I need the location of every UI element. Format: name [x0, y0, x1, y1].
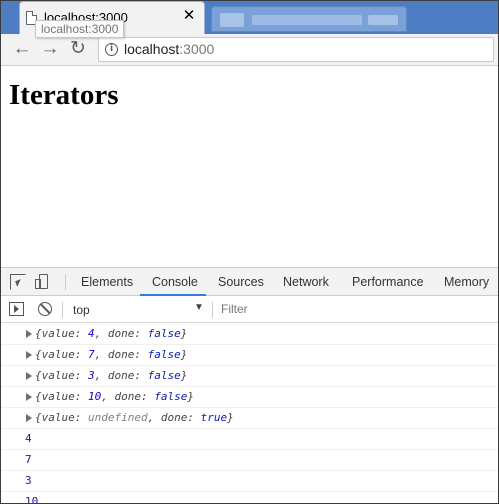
- console-output: {value: 4, done: false} {value: 7, done: …: [1, 324, 498, 504]
- console-object-preview: {value: undefined, done: true}: [35, 411, 234, 424]
- object-done: false: [147, 348, 181, 361]
- divider: [65, 274, 66, 290]
- console-log-value: 4: [25, 432, 32, 445]
- tab-blurred[interactable]: [211, 6, 407, 32]
- url-text: localhost:3000: [124, 41, 214, 57]
- show-sidebar-icon[interactable]: [9, 302, 24, 316]
- console-log-entry: 3: [1, 471, 498, 492]
- console-object-entry[interactable]: {value: 7, done: false}: [1, 345, 498, 366]
- inspect-element-icon[interactable]: [10, 274, 26, 290]
- object-value: 10: [87, 390, 102, 403]
- device-toolbar-icon[interactable]: [35, 274, 51, 290]
- console-object-preview: {value: 7, done: false}: [35, 348, 188, 361]
- forward-arrow-icon[interactable]: →: [39, 38, 61, 60]
- console-object-preview: {value: 10, done: false}: [35, 390, 194, 403]
- expand-triangle-icon[interactable]: [26, 372, 32, 380]
- context-selector[interactable]: top ▼: [67, 296, 209, 322]
- expand-triangle-icon[interactable]: [26, 330, 32, 338]
- object-done: false: [147, 369, 181, 382]
- object-done: false: [154, 390, 188, 403]
- back-arrow-icon[interactable]: ←: [11, 38, 33, 60]
- divider: [212, 302, 213, 318]
- console-log-entry: 7: [1, 450, 498, 471]
- page-content: Iterators: [1, 67, 498, 267]
- url-host: localhost: [124, 41, 180, 57]
- console-log-entry: 10: [1, 492, 498, 504]
- console-object-entry[interactable]: {value: undefined, done: true}: [1, 408, 498, 429]
- devtools-panel: Elements Console Sources Network Perform…: [1, 267, 498, 504]
- object-value: 3: [87, 369, 95, 382]
- page-heading: Iterators: [9, 79, 119, 111]
- browser-toolbar: ← → ↻ i localhost:3000: [1, 34, 498, 66]
- tab-elements[interactable]: Elements: [81, 275, 133, 289]
- browser-window: localhost:3000 ✕ ← → ↻ i localhost:3000 …: [0, 0, 499, 504]
- tab-sources[interactable]: Sources: [218, 275, 264, 289]
- object-value: 4: [87, 327, 95, 340]
- blurred-favicon: [220, 13, 244, 27]
- object-done: true: [200, 411, 228, 424]
- divider: [62, 302, 63, 318]
- close-icon[interactable]: ✕: [181, 8, 197, 24]
- console-object-preview: {value: 3, done: false}: [35, 369, 188, 382]
- console-object-preview: {value: 4, done: false}: [35, 327, 188, 340]
- object-value: undefined: [87, 411, 148, 424]
- devtools-tab-bar: Elements Console Sources Network Perform…: [1, 268, 498, 296]
- console-log-entry: 4: [1, 429, 498, 450]
- console-toolbar: top ▼: [1, 296, 498, 323]
- url-port: :3000: [179, 41, 215, 57]
- tab-performance[interactable]: Performance: [352, 275, 424, 289]
- expand-triangle-icon[interactable]: [26, 351, 32, 359]
- console-object-entry[interactable]: {value: 10, done: false}: [1, 387, 498, 408]
- expand-triangle-icon[interactable]: [26, 393, 32, 401]
- dropdown-triangle-icon: ▼: [194, 302, 204, 313]
- console-log-value: 10: [25, 495, 39, 504]
- context-value: top: [73, 303, 90, 317]
- object-value: 7: [87, 348, 95, 361]
- object-done: false: [147, 327, 181, 340]
- reload-icon[interactable]: ↻: [67, 38, 89, 60]
- tab-console[interactable]: Console: [152, 275, 198, 289]
- clear-console-icon[interactable]: [38, 302, 52, 316]
- console-filter-input[interactable]: [217, 299, 487, 319]
- tab-tooltip: localhost:3000: [35, 20, 125, 38]
- console-log-value: 7: [25, 453, 32, 466]
- blurred-tab-extra: [368, 15, 398, 25]
- console-log-value: 3: [25, 474, 32, 487]
- blurred-tab-title: [252, 15, 362, 25]
- tab-network[interactable]: Network: [283, 275, 329, 289]
- expand-triangle-icon[interactable]: [26, 414, 32, 422]
- console-object-entry[interactable]: {value: 3, done: false}: [1, 366, 498, 387]
- info-icon[interactable]: i: [105, 43, 118, 56]
- tab-memory[interactable]: Memory: [444, 275, 489, 289]
- address-bar[interactable]: i localhost:3000: [98, 37, 494, 62]
- console-object-entry[interactable]: {value: 4, done: false}: [1, 324, 498, 345]
